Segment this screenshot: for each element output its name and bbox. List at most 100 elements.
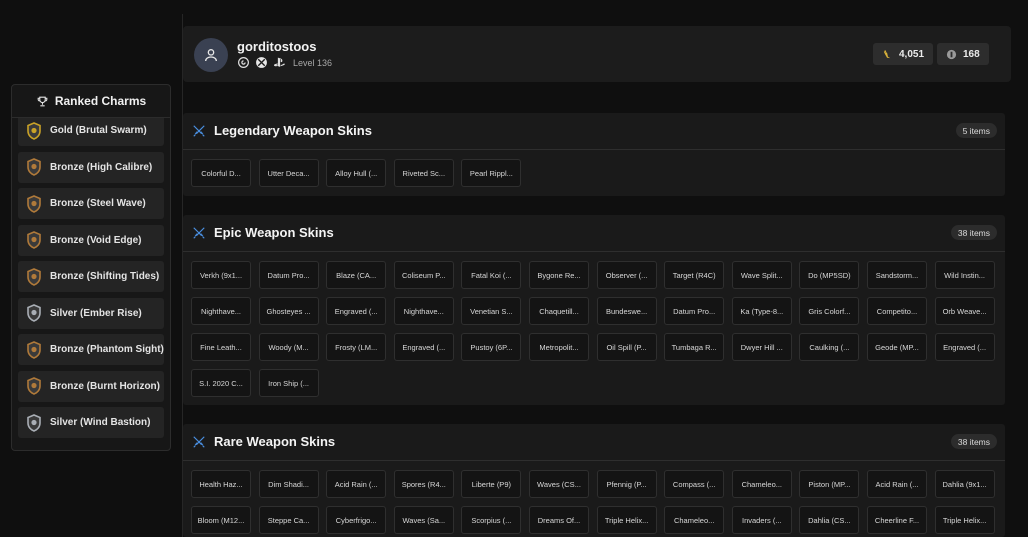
- epic-skins-section: Epic Weapon Skins 38 items Verkh (9x1...…: [183, 215, 1005, 405]
- weapon-skin-chip[interactable]: Cyberfrigo...: [326, 506, 387, 534]
- weapon-skin-chip[interactable]: Utter Deca...: [258, 159, 319, 187]
- weapon-skin-chip[interactable]: Steppe Ca...: [258, 506, 319, 534]
- avatar[interactable]: [194, 38, 228, 72]
- weapon-skin-chip[interactable]: Wave Split...: [731, 261, 792, 289]
- weapon-skin-chip[interactable]: Fine Leath...: [191, 333, 251, 361]
- weapon-skin-chip[interactable]: Ghosteyes ...: [258, 297, 319, 325]
- weapon-skin-chip[interactable]: Liberte (P9): [461, 470, 522, 498]
- weapon-skin-chip[interactable]: Target (R4C): [664, 261, 725, 289]
- credits-value: 168: [963, 48, 980, 60]
- weapon-skin-chip[interactable]: Blaze (CA...: [326, 261, 387, 289]
- weapon-skin-chip[interactable]: Engraved (...: [326, 297, 387, 325]
- crossed-swords-icon: [193, 436, 205, 448]
- weapon-skin-chip[interactable]: Spores (R4...: [393, 470, 454, 498]
- weapon-skin-chip[interactable]: Bundeswe...: [596, 297, 657, 325]
- weapon-skin-chip[interactable]: Dahlia (CS...: [799, 506, 860, 534]
- weapon-skin-chip[interactable]: Colorful D...: [191, 159, 251, 187]
- charm-item[interactable]: Bronze (High Calibre): [18, 151, 164, 183]
- weapon-skin-chip[interactable]: Gris Colorf...: [799, 297, 860, 325]
- weapon-skin-chip[interactable]: Waves (Sa...: [393, 506, 454, 534]
- weapon-skin-chip[interactable]: Nighthave...: [393, 297, 454, 325]
- weapon-skin-chip[interactable]: Sandstorm...: [867, 261, 927, 289]
- charm-icon: [27, 231, 41, 249]
- weapon-skin-chip[interactable]: Frosty (LM...: [326, 333, 387, 361]
- weapon-skin-chip[interactable]: Pustoy (6P...: [461, 333, 522, 361]
- weapon-skin-chip[interactable]: Dim Shadi...: [258, 470, 319, 498]
- weapon-skin-chip[interactable]: Woody (M...: [258, 333, 319, 361]
- rare-skins-header[interactable]: Rare Weapon Skins 38 items: [183, 424, 1005, 461]
- charm-item[interactable]: Bronze (Burnt Horizon): [18, 370, 164, 402]
- weapon-skin-chip[interactable]: Engraved (...: [393, 333, 454, 361]
- renown-badge: 4,051: [873, 43, 934, 65]
- weapon-skin-chip[interactable]: Bygone Re...: [529, 261, 589, 289]
- weapon-skin-chip[interactable]: S.I. 2020 C...: [191, 369, 251, 397]
- legendary-skins-section: Legendary Weapon Skins 5 items Colorful …: [183, 113, 1005, 196]
- weapon-skin-chip[interactable]: Chaquetill...: [529, 297, 589, 325]
- weapon-skin-chip[interactable]: Geode (MP...: [867, 333, 927, 361]
- weapon-skin-chip[interactable]: Chameleo...: [664, 506, 725, 534]
- weapon-skin-chip[interactable]: Alloy Hull (...: [326, 159, 387, 187]
- charm-label: Bronze (High Calibre): [50, 161, 153, 173]
- charm-item[interactable]: Bronze (Steel Wave): [18, 188, 164, 219]
- credits-icon: [946, 49, 957, 59]
- weapon-skin-chip[interactable]: Coliseum P...: [393, 261, 454, 289]
- item-count-badge: 38 items: [950, 225, 997, 240]
- weapon-skin-chip[interactable]: Dahlia (9x1...: [934, 470, 995, 498]
- section-title: Legendary Weapon Skins: [214, 123, 372, 138]
- charm-item[interactable]: Bronze (Void Edge): [18, 224, 164, 256]
- weapon-skin-chip[interactable]: Iron Ship (...: [258, 369, 319, 397]
- weapon-skin-chip[interactable]: Do (MP5SD): [799, 261, 860, 289]
- weapon-skin-chip[interactable]: Invaders (...: [731, 506, 792, 534]
- epic-skins-header[interactable]: Epic Weapon Skins 38 items: [183, 215, 1005, 252]
- weapon-skin-chip[interactable]: Wild Instin...: [934, 261, 995, 289]
- weapon-skin-chip[interactable]: Datum Pro...: [664, 297, 725, 325]
- weapon-skin-chip[interactable]: Pfennig (P...: [596, 470, 657, 498]
- weapon-skin-chip[interactable]: Venetian S...: [461, 297, 522, 325]
- weapon-skin-chip[interactable]: Triple Helix...: [596, 506, 657, 534]
- charm-icon: [27, 413, 41, 432]
- weapon-skin-chip[interactable]: Pearl Rippl...: [461, 159, 522, 187]
- legendary-skins-header[interactable]: Legendary Weapon Skins 5 items: [183, 113, 1005, 150]
- charm-label: Gold (Brutal Swarm): [50, 125, 147, 136]
- weapon-skin-chip[interactable]: Health Haz...: [191, 470, 251, 498]
- weapon-skin-chip[interactable]: Verkh (9x1...: [191, 261, 251, 289]
- weapon-skin-chip[interactable]: Scorpius (...: [461, 506, 522, 534]
- weapon-skin-chip[interactable]: Bloom (M12...: [191, 506, 251, 534]
- charm-item[interactable]: Silver (Wind Bastion): [18, 407, 164, 438]
- weapon-skin-chip[interactable]: Dwyer Hill ...: [731, 333, 792, 361]
- weapon-skin-chip[interactable]: Piston (MP...: [799, 470, 860, 498]
- rare-skins-section: Rare Weapon Skins 38 items Health Haz...…: [183, 424, 1005, 537]
- weapon-skin-chip[interactable]: Caulking (...: [799, 333, 860, 361]
- profile-header: gorditostoos Level 136 4,051 168: [183, 26, 1011, 82]
- weapon-skin-chip[interactable]: Acid Rain (...: [326, 470, 387, 498]
- charm-list[interactable]: Gold (Brutal Swarm) Bronze (High Calibre)…: [12, 118, 170, 450]
- weapon-skin-chip[interactable]: Triple Helix...: [934, 506, 995, 534]
- weapon-skin-chip[interactable]: Metropolit...: [529, 333, 589, 361]
- charm-item[interactable]: Bronze (Phantom Sight): [18, 334, 164, 365]
- weapon-skin-chip[interactable]: Compass (...: [664, 470, 725, 498]
- weapon-skin-chip[interactable]: Engraved (...: [934, 333, 995, 361]
- weapon-skin-chip[interactable]: Ka (Type-8...: [731, 297, 792, 325]
- charm-item[interactable]: Bronze (Shifting Tides): [18, 261, 164, 292]
- weapon-skin-chip[interactable]: Cheerline F...: [867, 506, 927, 534]
- item-count-badge: 38 items: [950, 434, 997, 449]
- weapon-skin-chip[interactable]: Competito...: [867, 297, 927, 325]
- weapon-skin-chip[interactable]: Observer (...: [596, 261, 657, 289]
- charm-icon: [27, 158, 41, 176]
- weapon-skin-chip[interactable]: Dreams Of...: [529, 506, 589, 534]
- section-title: Epic Weapon Skins: [214, 225, 334, 240]
- weapon-skin-chip[interactable]: Waves (CS...: [529, 470, 589, 498]
- weapon-skin-chip[interactable]: Riveted Sc...: [393, 159, 454, 187]
- weapon-skin-chip[interactable]: Orb Weave...: [934, 297, 995, 325]
- weapon-skin-chip[interactable]: Chameleo...: [731, 470, 792, 498]
- renown-value: 4,051: [899, 48, 925, 60]
- weapon-skin-chip[interactable]: Acid Rain (...: [867, 470, 927, 498]
- charm-item[interactable]: Silver (Ember Rise): [18, 297, 164, 329]
- weapon-skin-chip[interactable]: Nighthave...: [191, 297, 251, 325]
- charm-item[interactable]: Gold (Brutal Swarm): [18, 118, 164, 146]
- username: gorditostoos: [237, 39, 317, 54]
- weapon-skin-chip[interactable]: Tumbaga R...: [664, 333, 725, 361]
- weapon-skin-chip[interactable]: Datum Pro...: [258, 261, 319, 289]
- weapon-skin-chip[interactable]: Oil Spill (P...: [596, 333, 657, 361]
- weapon-skin-chip[interactable]: Fatal Koi (...: [461, 261, 522, 289]
